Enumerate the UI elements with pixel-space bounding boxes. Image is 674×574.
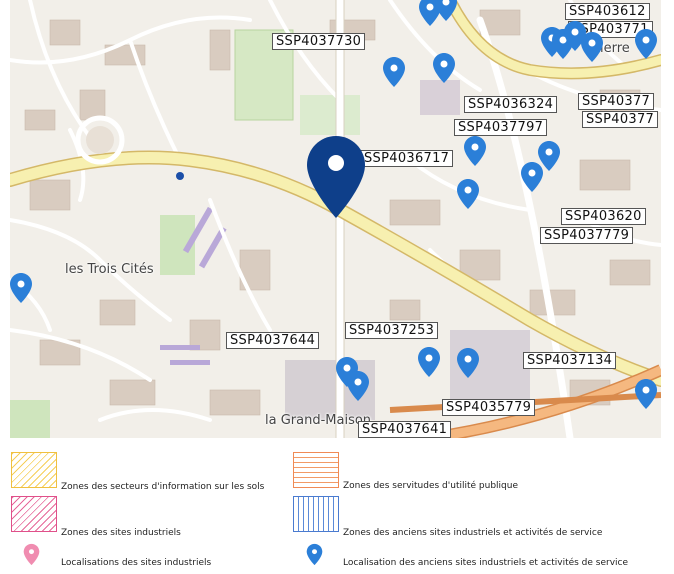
site-label[interactable]: SSP403620 <box>561 208 646 225</box>
pink-pin-icon <box>23 543 40 566</box>
yellow-hatch-swatch <box>11 452 57 488</box>
map-pin-icon[interactable] <box>634 378 658 410</box>
site-label[interactable]: SSP4037641 <box>358 421 452 438</box>
map-pin-icon[interactable] <box>382 56 406 88</box>
map-pin-icon[interactable] <box>456 347 480 379</box>
site-label[interactable]: SSP4036717 <box>360 150 454 167</box>
pink-hatch-swatch <box>11 496 57 532</box>
map-view[interactable]: les Trois Cités la Grand-Maison SSP40377… <box>10 0 661 438</box>
map-pin-icon[interactable] <box>432 52 456 84</box>
map-pin-icon[interactable] <box>434 0 458 22</box>
blue-pin-icon <box>306 543 323 566</box>
map-pin-icon[interactable] <box>456 178 480 210</box>
place-label-grand-maison: la Grand-Maison <box>265 413 372 428</box>
site-label[interactable]: SSP40377 <box>582 111 659 128</box>
partial-place-label: ierre <box>600 41 630 56</box>
map-pin-icon[interactable] <box>634 28 658 60</box>
orange-hatch-swatch <box>293 452 339 488</box>
map-pin-icon[interactable] <box>580 31 604 63</box>
site-label[interactable]: SSP4037797 <box>454 119 548 136</box>
map-legend: Zones des secteurs d'information sur les… <box>0 440 674 574</box>
legend-label: Zones des secteurs d'information sur les… <box>61 482 265 492</box>
site-label[interactable]: SSP4035779 <box>442 399 536 416</box>
legend-label: Zones des anciens sites industriels et a… <box>343 528 603 538</box>
legend-label: Localisations des sites industriels <box>61 558 212 568</box>
site-label[interactable]: SSP4037779 <box>540 227 634 244</box>
site-label[interactable]: SSP4036324 <box>464 96 558 113</box>
legend-label: Zones des servitudes d'utilité publique <box>343 481 518 491</box>
place-label-trois-cites: les Trois Cités <box>65 262 154 277</box>
site-label[interactable]: SSP403612 <box>565 3 650 20</box>
map-pin-icon[interactable] <box>463 135 487 167</box>
legend-label: Localisation des anciens sites industrie… <box>343 558 629 568</box>
blue-hatch-swatch <box>293 496 339 532</box>
map-pin-icon[interactable] <box>10 272 33 304</box>
map-pin-icon[interactable] <box>417 346 441 378</box>
site-label[interactable]: SSP4037644 <box>226 332 320 349</box>
site-label[interactable]: SSP4037134 <box>523 352 617 369</box>
selected-site-marker[interactable] <box>305 134 367 220</box>
map-pin-icon[interactable] <box>346 370 370 402</box>
legend-label: Zones des sites industriels <box>61 528 181 538</box>
site-label[interactable]: SSP4037730 <box>272 33 366 50</box>
site-label[interactable]: SSP40377 <box>578 93 655 110</box>
map-pin-icon[interactable] <box>520 161 544 193</box>
site-label[interactable]: SSP4037253 <box>345 322 439 339</box>
